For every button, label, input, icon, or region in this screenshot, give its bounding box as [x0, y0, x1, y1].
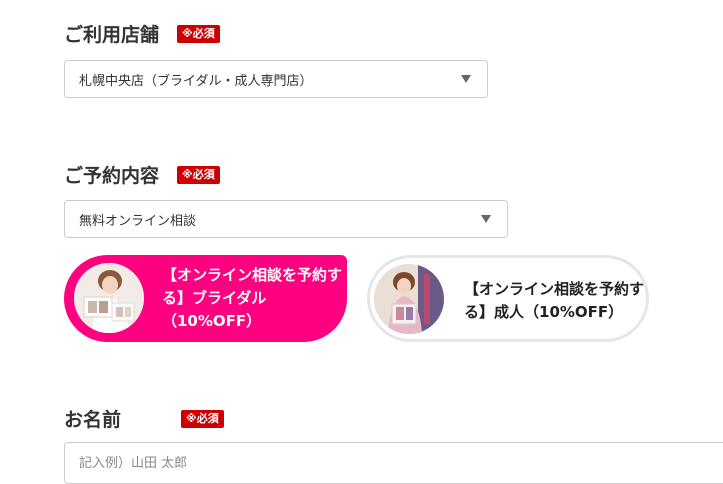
reservation-title-text: ご予約内容 [64, 165, 160, 187]
chevron-down-icon [461, 75, 471, 83]
choice-adult-label: 【オンライン相談を予約する】成人（10%OFF） [464, 280, 645, 321]
name-required-badge: ※必須 [181, 409, 224, 428]
store-title-text: ご利用店舗 [64, 24, 160, 46]
reservation-section-title: ご予約内容 ※必須 [64, 161, 220, 188]
choice-bridal-online[interactable]: 【オンライン相談を予約する】ブライダル（10%OFF） [64, 255, 347, 342]
name-section-title: お名前 ※必須 [64, 405, 224, 432]
name-title-text: お名前 [64, 409, 122, 431]
store-section-title: ご利用店舗 ※必須 [64, 20, 220, 47]
adult-photo-thumbnail [374, 264, 444, 334]
store-required-badge: ※必須 [177, 24, 220, 43]
choice-bridal-label: 【オンライン相談を予約する】ブライダル（10%OFF） [162, 266, 343, 330]
chevron-down-icon [481, 215, 491, 223]
store-select-value: 札幌中央店（ブライダル・成人専門店） [79, 73, 313, 89]
reservation-required-badge: ※必須 [177, 165, 220, 184]
reservation-select[interactable]: 無料オンライン相談 [64, 200, 508, 238]
reservation-select-value: 無料オンライン相談 [79, 213, 197, 229]
bridal-photo-thumbnail [74, 263, 144, 333]
store-select[interactable]: 札幌中央店（ブライダル・成人専門店） [64, 60, 488, 98]
name-input[interactable] [64, 442, 723, 484]
choice-adult-online[interactable]: 【オンライン相談を予約する】成人（10%OFF） [367, 255, 649, 342]
